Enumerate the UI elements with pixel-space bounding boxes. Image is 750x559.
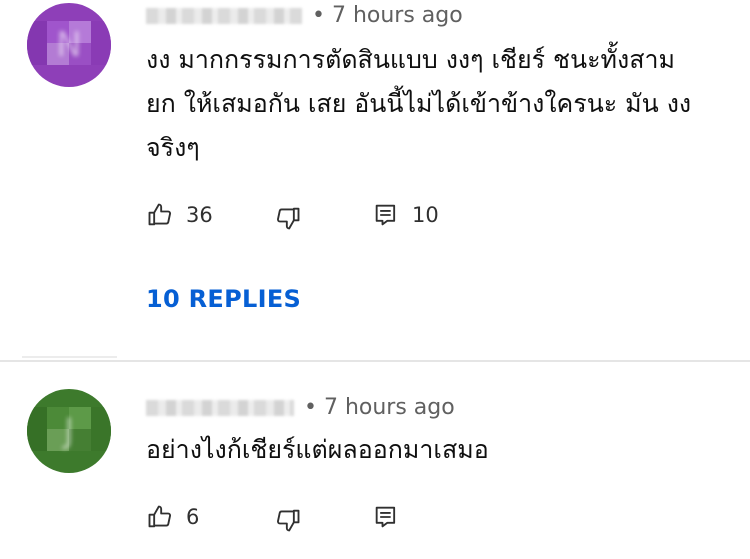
dislike-button[interactable]	[274, 505, 302, 535]
like-count: 36	[186, 203, 213, 227]
avatar-initial: N	[56, 25, 82, 65]
thumb-down-icon	[277, 207, 300, 230]
reply-icon	[375, 204, 396, 226]
reply-icon	[375, 506, 396, 528]
avatar[interactable]: N	[27, 3, 111, 87]
comment-meta: • 7 hours ago	[146, 3, 463, 28]
dislike-button[interactable]	[274, 203, 302, 233]
like-button[interactable]: 36	[146, 200, 213, 230]
comment-text: อย่างไงก้เชียร์แต่ผลออกมาเสมอ	[146, 435, 489, 464]
avatar-initial: J	[63, 411, 75, 451]
reply-button[interactable]	[372, 502, 400, 532]
like-count: 6	[186, 505, 200, 529]
divider-fragment	[22, 356, 117, 358]
comment-time: • 7 hours ago	[304, 395, 455, 420]
comment-meta: • 7 hours ago	[146, 395, 455, 420]
view-replies-link[interactable]: 10 REPLIES	[146, 285, 301, 313]
comment-actions: 36 10	[146, 200, 546, 230]
comment-actions: 6	[146, 502, 546, 532]
comment-divider	[0, 360, 750, 362]
thumb-up-icon	[148, 505, 171, 528]
reply-count: 10	[412, 203, 439, 227]
avatar[interactable]: J	[27, 389, 111, 473]
thumb-up-icon	[148, 203, 171, 226]
thumb-down-icon	[277, 509, 300, 532]
like-button[interactable]: 6	[146, 502, 199, 532]
reply-button[interactable]: 10	[372, 200, 439, 230]
author-name-blurred[interactable]	[146, 399, 294, 416]
author-name-blurred[interactable]	[146, 7, 302, 24]
comment-time: • 7 hours ago	[312, 3, 463, 28]
comment-text: งง มากกรรมการตัดสินแบบ งงๆ เชียร์ ชนะทั้…	[146, 45, 692, 162]
